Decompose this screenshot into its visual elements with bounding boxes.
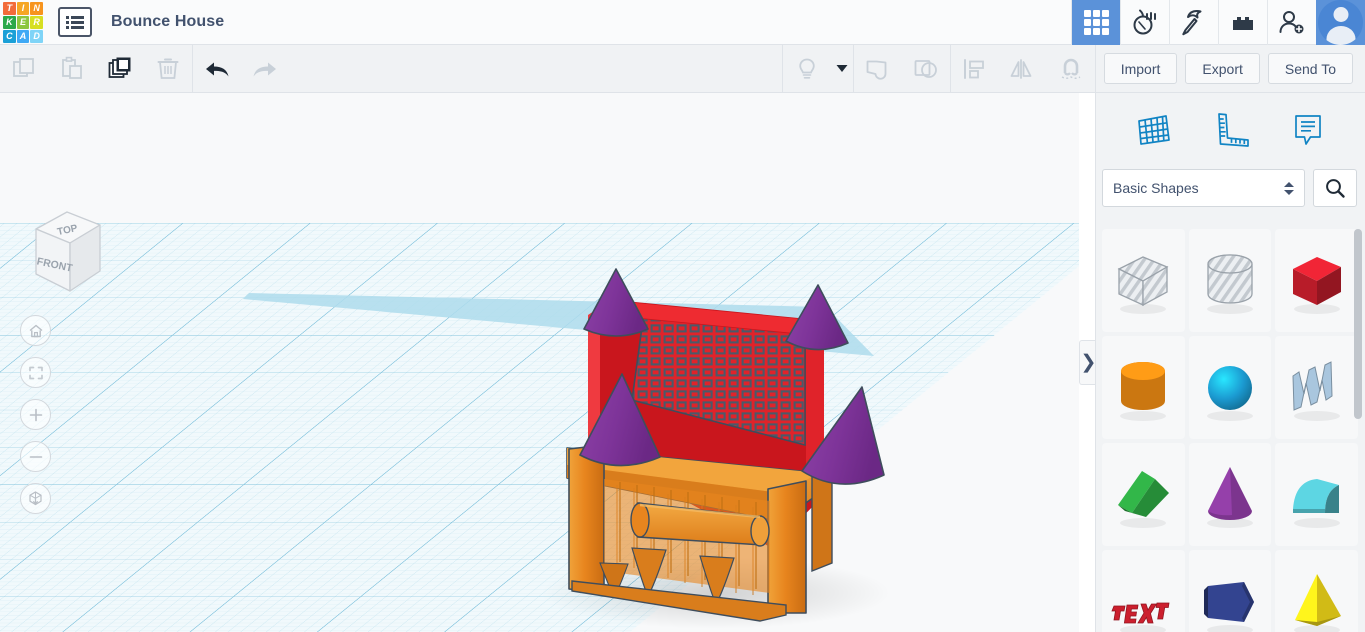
avatar[interactable] xyxy=(1316,0,1365,45)
logo-tile-n: N xyxy=(30,1,43,15)
redo-button[interactable] xyxy=(241,45,289,93)
page-title: Bounce House xyxy=(111,13,225,30)
magnet-workplane-button[interactable] xyxy=(1047,45,1095,93)
export-button[interactable]: Export xyxy=(1185,53,1260,84)
zoom-out-button[interactable] xyxy=(20,441,51,472)
panel-tool-icons xyxy=(1096,93,1365,165)
shapes-panel: Basic Shapes xyxy=(1095,93,1365,632)
workplane-3d-scene xyxy=(0,223,1079,632)
logo-tile-c: C xyxy=(3,29,16,43)
shape-panel-scrollbar[interactable] xyxy=(1354,229,1362,419)
shape-half-cylinder[interactable] xyxy=(1275,443,1358,546)
shape-cone[interactable] xyxy=(1188,443,1272,546)
duplicate-button[interactable] xyxy=(96,45,144,93)
delete-button[interactable] xyxy=(144,45,192,93)
logo-tile-i: I xyxy=(16,1,30,15)
logo-tile-e: E xyxy=(16,15,30,29)
lightbulb-hide-show-button[interactable] xyxy=(783,45,831,93)
navigation-controls xyxy=(20,315,51,514)
clipboard-tools xyxy=(0,45,192,93)
logo-tile-t: T xyxy=(3,1,16,15)
view-cube[interactable]: TOP FRONT xyxy=(20,201,105,301)
note-icon[interactable] xyxy=(1284,105,1332,153)
paste-button[interactable] xyxy=(48,45,96,93)
shape-library-value: Basic Shapes xyxy=(1113,180,1199,196)
shape-cylinder-hole[interactable] xyxy=(1188,229,1272,332)
shape-box-hole[interactable] xyxy=(1102,229,1185,332)
library-controls: Basic Shapes xyxy=(1096,165,1365,211)
invite-person-icon[interactable] xyxy=(1267,0,1316,45)
shape-box[interactable] xyxy=(1275,229,1358,332)
codeblocks-icon[interactable] xyxy=(1120,0,1169,45)
apps-grid-icon[interactable] xyxy=(1071,0,1120,45)
logo-tile-d: D xyxy=(30,29,43,43)
send-to-button[interactable]: Send To xyxy=(1267,53,1353,84)
fit-to-view-button[interactable] xyxy=(20,357,51,388)
search-icon[interactable] xyxy=(1313,169,1357,207)
perspective-toggle-button[interactable] xyxy=(20,483,51,514)
minecraft-pickaxe-icon[interactable] xyxy=(1169,0,1218,45)
shape-cylinder[interactable] xyxy=(1102,336,1185,439)
lego-brick-icon[interactable] xyxy=(1218,0,1267,45)
mirror-button[interactable] xyxy=(999,45,1047,93)
ruler-icon[interactable] xyxy=(1206,105,1254,153)
copy-button[interactable] xyxy=(0,45,48,93)
lightbulb-dropdown-icon[interactable] xyxy=(831,45,853,93)
app-header: TINKERCAD Bounce House xyxy=(0,0,1365,45)
group-tools xyxy=(854,45,950,93)
transform-tools xyxy=(951,45,1095,93)
zoom-in-button[interactable] xyxy=(20,399,51,430)
shape-sphere[interactable] xyxy=(1188,336,1272,439)
design-viewport[interactable]: TOP FRONT xyxy=(0,93,1079,632)
file-actions: Import Export Send To xyxy=(1096,53,1353,84)
align-button[interactable] xyxy=(951,45,999,93)
undo-button[interactable] xyxy=(193,45,241,93)
list-menu-icon[interactable] xyxy=(58,7,92,37)
shape-pyramid[interactable] xyxy=(1275,550,1358,632)
shape-polygon[interactable] xyxy=(1188,550,1272,632)
chevron-updown-icon xyxy=(1284,181,1294,195)
logo-tile-a: A xyxy=(16,29,30,43)
logo-tile-r: R xyxy=(30,15,43,29)
tinkercad-logo[interactable]: TINKERCAD xyxy=(0,0,46,45)
shape-scribble[interactable] xyxy=(1275,336,1358,439)
history-tools xyxy=(193,45,289,93)
tinkercad-app: TINKERCAD Bounce House Import Export Sen… xyxy=(0,0,1365,632)
shape-roof[interactable] xyxy=(1102,443,1185,546)
group-button[interactable] xyxy=(854,45,902,93)
ungroup-button[interactable] xyxy=(902,45,950,93)
home-view-button[interactable] xyxy=(20,315,51,346)
logo-tile-k: K xyxy=(3,15,16,29)
shape-text[interactable] xyxy=(1102,550,1185,632)
shape-library-select[interactable]: Basic Shapes xyxy=(1102,169,1305,207)
header-actions xyxy=(1071,0,1365,45)
workplane-icon[interactable] xyxy=(1129,105,1177,153)
import-button[interactable]: Import xyxy=(1103,53,1178,84)
edit-toolbar: Import Export Send To xyxy=(0,44,1365,93)
visibility-tools xyxy=(783,45,853,93)
shape-library-grid xyxy=(1096,227,1365,632)
